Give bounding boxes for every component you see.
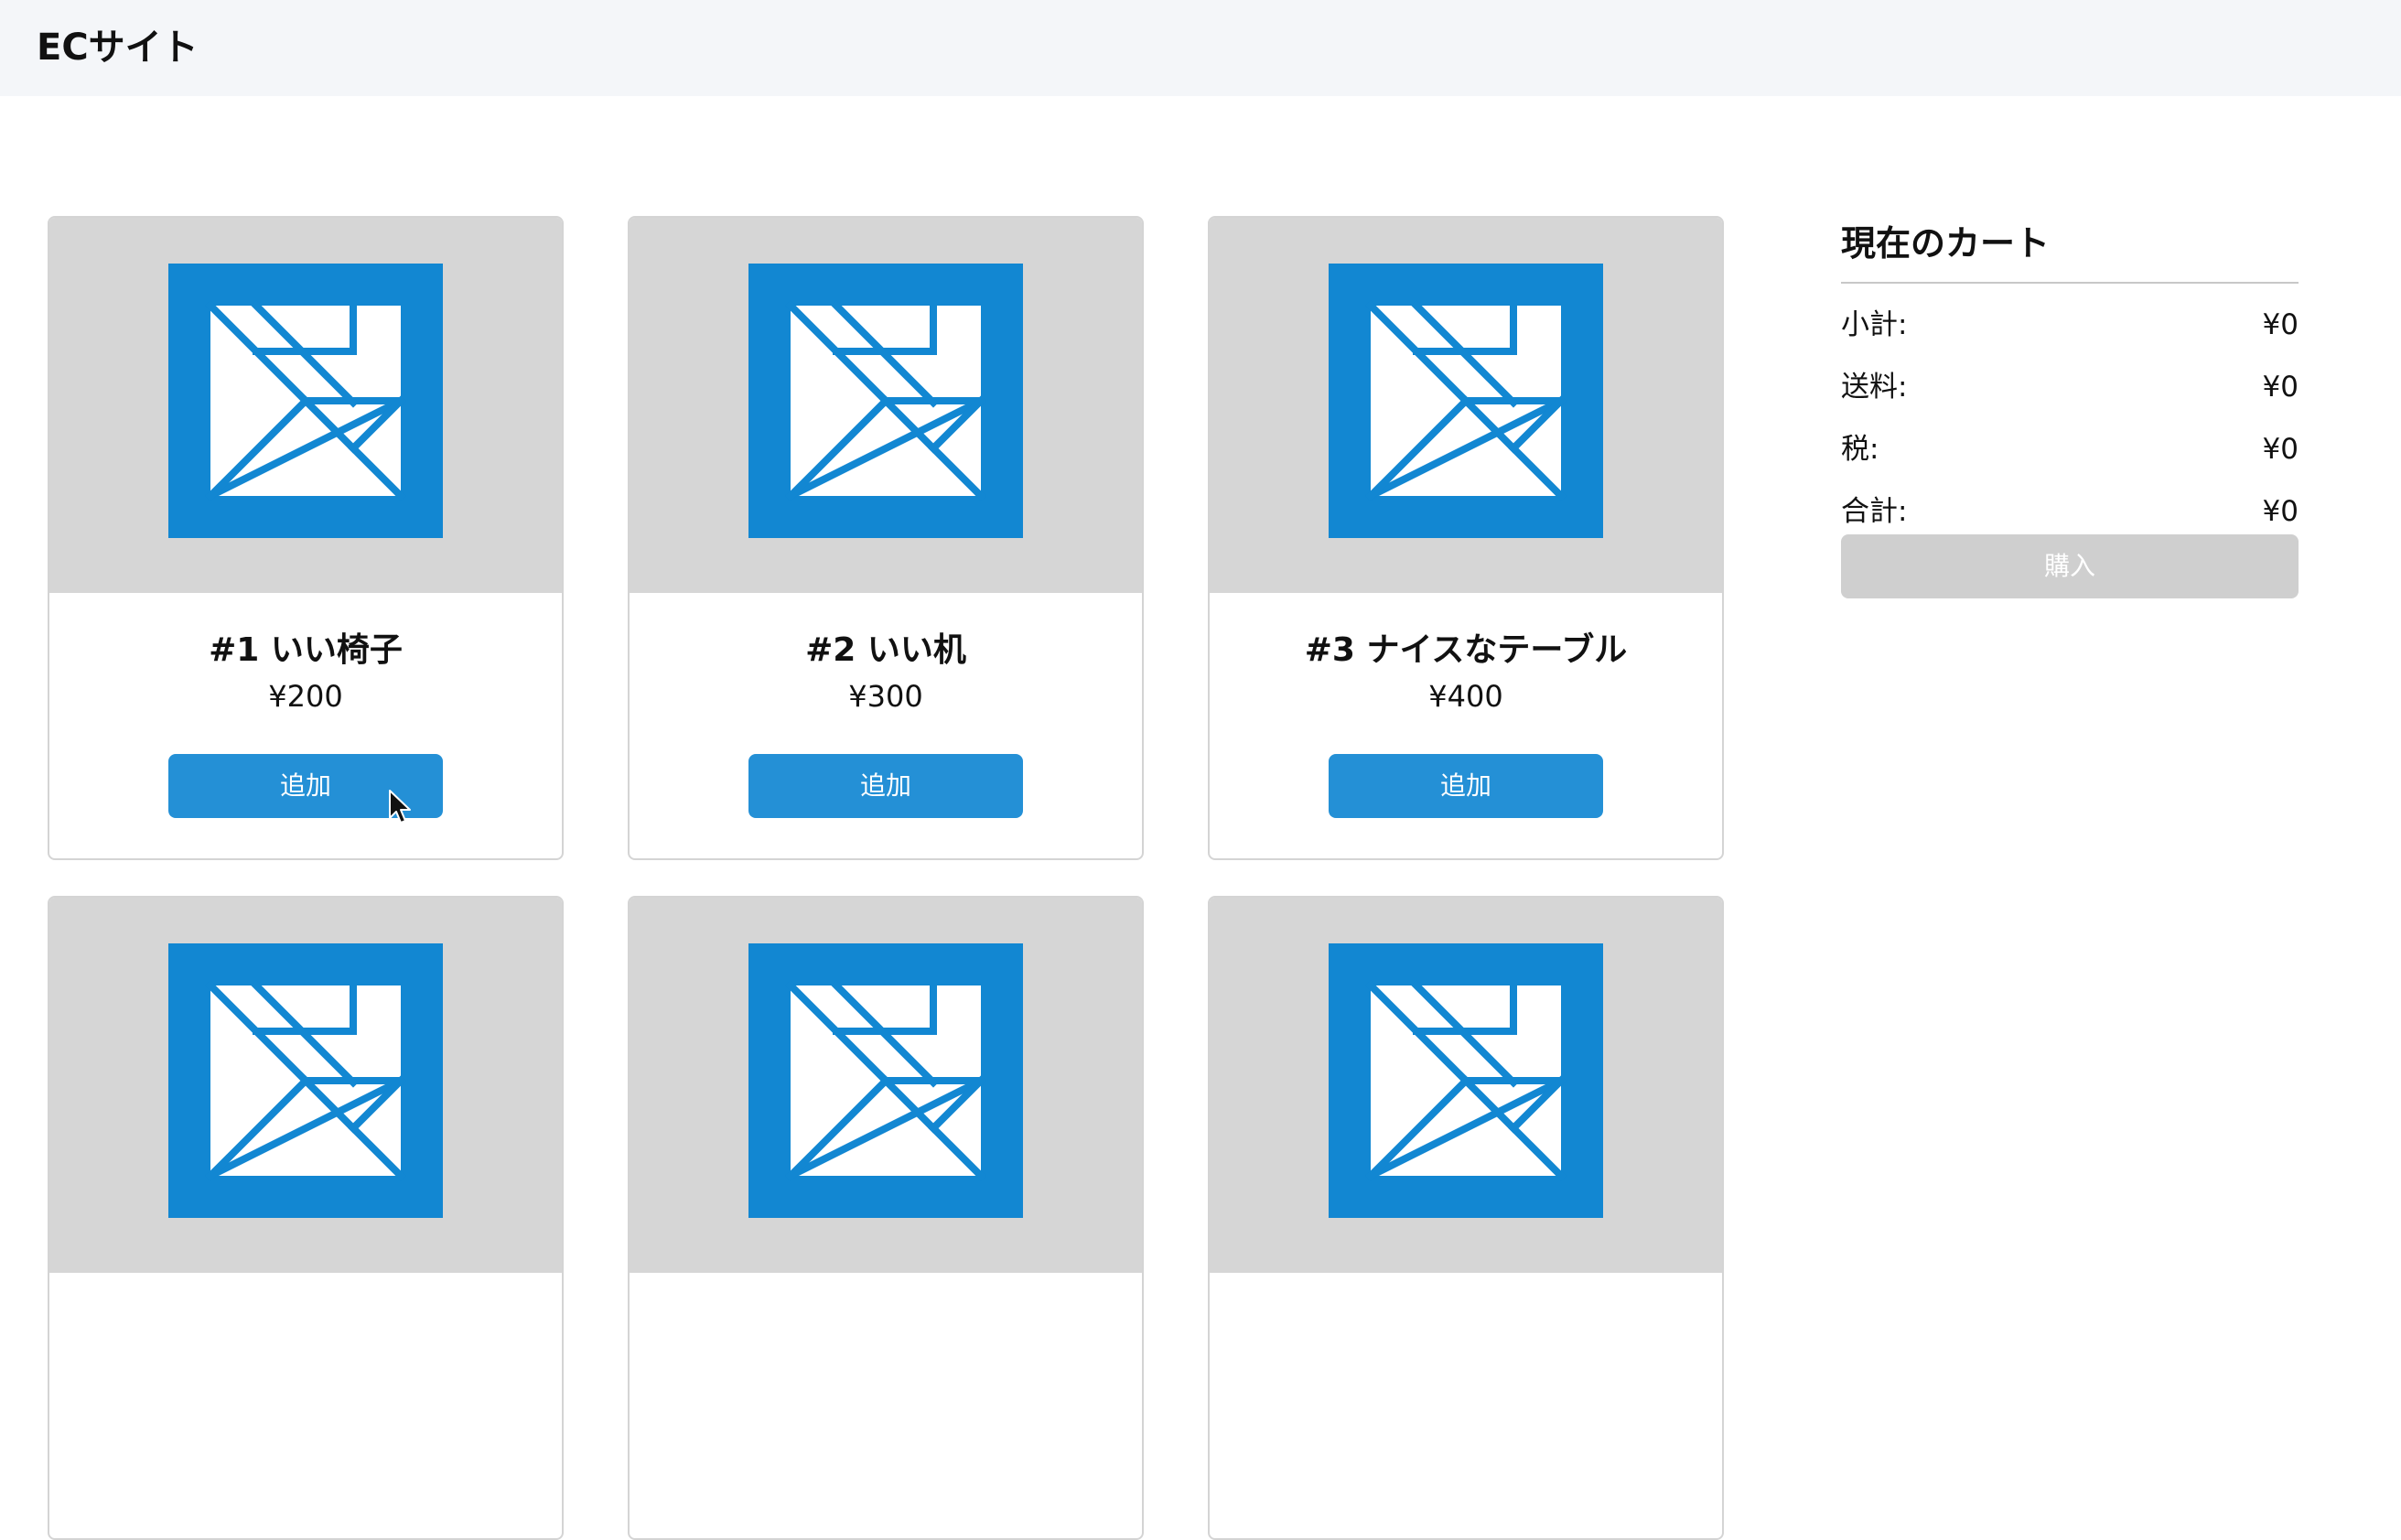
purchase-button[interactable]: 購入 (1841, 534, 2299, 598)
total-label: 合計: (1841, 495, 1908, 528)
tax-value: ¥0 (2262, 433, 2299, 466)
product-image (630, 218, 1142, 593)
cart-shipping-row: 送料: ¥0 (1841, 346, 2299, 408)
cart-total-row: 合計: ¥0 (1841, 470, 2299, 533)
total-value: ¥0 (2262, 495, 2299, 528)
product-name: #1 いい椅子 (209, 631, 403, 669)
shipping-label: 送料: (1841, 371, 1908, 404)
product-price: ¥200 (268, 679, 343, 714)
mouse-cursor-icon (389, 790, 411, 824)
product-card (1208, 896, 1724, 1540)
product-price: ¥400 (1428, 679, 1503, 714)
product-card: #2 いい机 ¥300 追加 (628, 216, 1144, 860)
product-name: #2 いい机 (805, 631, 966, 669)
product-card (48, 896, 564, 1540)
tangram-placeholder-icon (748, 264, 1023, 538)
header-bar: ECサイト (0, 0, 2401, 96)
tangram-placeholder-icon (168, 264, 443, 538)
cart-subtotal-row: 小計: ¥0 (1841, 284, 2299, 346)
product-image (630, 898, 1142, 1273)
product-name: #3 ナイスなテーブル (1304, 631, 1628, 669)
product-price: ¥300 (848, 679, 923, 714)
cart-tax-row: 税: ¥0 (1841, 408, 2299, 470)
product-image (49, 218, 562, 593)
site-title: ECサイト (37, 27, 199, 69)
tangram-placeholder-icon (168, 943, 443, 1218)
product-image (1210, 218, 1722, 593)
add-to-cart-button[interactable]: 追加 (748, 754, 1023, 818)
subtotal-label: 小計: (1841, 308, 1908, 341)
tangram-placeholder-icon (1329, 943, 1603, 1218)
product-image (49, 898, 562, 1273)
cart-panel: 現在のカート 小計: ¥0 送料: ¥0 税: ¥0 合計: ¥0 購入 (1841, 216, 2299, 598)
subtotal-value: ¥0 (2262, 308, 2299, 341)
shipping-value: ¥0 (2262, 371, 2299, 404)
tax-label: 税: (1841, 433, 1879, 466)
tangram-placeholder-icon (1329, 264, 1603, 538)
add-to-cart-button[interactable]: 追加 (1329, 754, 1603, 818)
product-card (628, 896, 1144, 1540)
product-image (1210, 898, 1722, 1273)
cart-title: 現在のカート (1841, 216, 2299, 284)
product-card: #1 いい椅子 ¥200 追加 (48, 216, 564, 860)
product-card: #3 ナイスなテーブル ¥400 追加 (1208, 216, 1724, 860)
tangram-placeholder-icon (748, 943, 1023, 1218)
